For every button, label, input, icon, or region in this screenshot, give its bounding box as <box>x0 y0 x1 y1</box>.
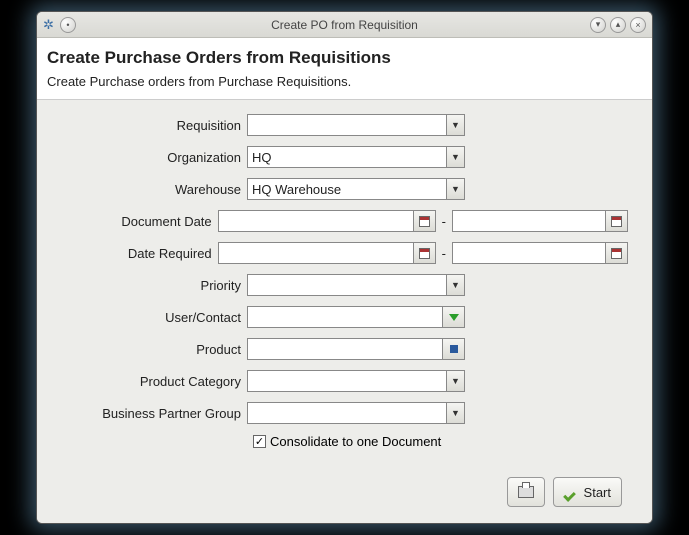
organization-combo[interactable]: HQ ▼ <box>247 146 465 168</box>
content-header: Create Purchase Orders from Requisitions… <box>37 38 652 99</box>
chevron-down-icon[interactable]: ▼ <box>446 147 464 167</box>
range-dash: - <box>442 214 446 229</box>
consolidate-checkbox[interactable]: ✓ <box>253 435 266 448</box>
organization-label: Organization <box>61 150 247 165</box>
form-area: Requisition ▼ Organization HQ ▼ <box>37 99 652 523</box>
warehouse-combo[interactable]: HQ Warehouse ▼ <box>247 178 465 200</box>
window-title: Create PO from Requisition <box>37 18 652 32</box>
consolidate-label: Consolidate to one Document <box>270 434 441 449</box>
requisition-combo[interactable]: ▼ <box>247 114 465 136</box>
warehouse-label: Warehouse <box>61 182 247 197</box>
range-dash: - <box>442 246 446 261</box>
titlebar-btn-left[interactable]: • <box>60 17 76 33</box>
document-date-to[interactable] <box>452 210 628 232</box>
document-date-from[interactable] <box>218 210 436 232</box>
product-label: Product <box>61 342 247 357</box>
user-contact-lookup[interactable] <box>247 306 465 328</box>
titlebar: ✲ • Create PO from Requisition ▾ ▴ × <box>37 12 652 38</box>
start-button[interactable]: Start <box>553 477 622 507</box>
bp-group-label: Business Partner Group <box>61 406 247 421</box>
priority-combo[interactable]: ▼ <box>247 274 465 296</box>
page-description: Create Purchase orders from Purchase Req… <box>47 74 642 89</box>
maximize-button[interactable]: ▴ <box>610 17 626 33</box>
lookup-icon[interactable] <box>442 307 464 327</box>
date-required-label: Date Required <box>61 246 218 261</box>
date-required-to[interactable] <box>452 242 628 264</box>
user-contact-label: User/Contact <box>61 310 247 325</box>
calendar-icon[interactable] <box>413 211 435 231</box>
chevron-down-icon[interactable]: ▼ <box>446 371 464 391</box>
requisition-label: Requisition <box>61 118 247 133</box>
gear-icon: ✲ <box>43 17 54 33</box>
bp-group-combo[interactable]: ▼ <box>247 402 465 424</box>
close-button[interactable]: × <box>630 17 646 33</box>
product-category-combo[interactable]: ▼ <box>247 370 465 392</box>
print-button[interactable] <box>507 477 545 507</box>
page-title: Create Purchase Orders from Requisitions <box>47 48 642 68</box>
print-icon <box>518 486 534 498</box>
chevron-down-icon[interactable]: ▼ <box>446 115 464 135</box>
chevron-down-icon[interactable]: ▼ <box>446 179 464 199</box>
lookup-icon[interactable] <box>442 339 464 359</box>
product-lookup[interactable] <box>247 338 465 360</box>
minimize-button[interactable]: ▾ <box>590 17 606 33</box>
calendar-icon[interactable] <box>413 243 435 263</box>
calendar-icon[interactable] <box>605 243 627 263</box>
date-required-from[interactable] <box>218 242 436 264</box>
calendar-icon[interactable] <box>605 211 627 231</box>
chevron-down-icon[interactable]: ▼ <box>446 275 464 295</box>
dialog-window: ✲ • Create PO from Requisition ▾ ▴ × Cre… <box>36 11 653 524</box>
priority-label: Priority <box>61 278 247 293</box>
check-icon <box>564 485 578 499</box>
product-category-label: Product Category <box>61 374 247 389</box>
start-button-label: Start <box>584 485 611 500</box>
document-date-label: Document Date <box>61 214 218 229</box>
chevron-down-icon[interactable]: ▼ <box>446 403 464 423</box>
